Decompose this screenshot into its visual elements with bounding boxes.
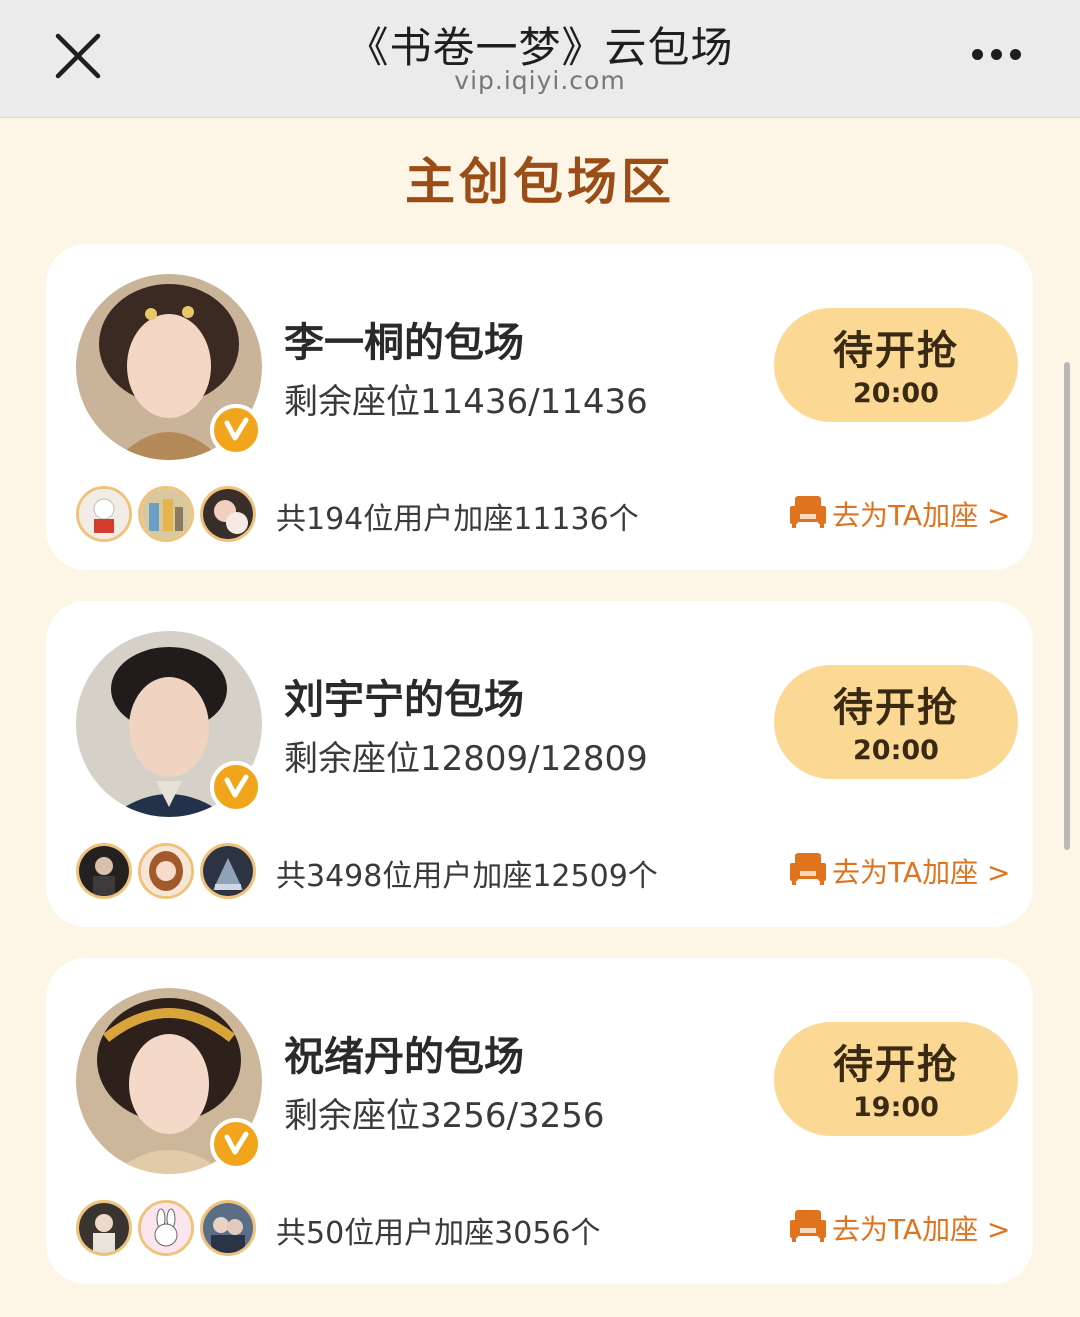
host-name: 李一桐的包场 <box>284 320 524 366</box>
scrollbar[interactable] <box>1064 362 1070 850</box>
host-card: 李一桐的包场 剩余座位11436/11436 待开抢 20:00 共194位用户… <box>46 244 1033 570</box>
grab-button[interactable]: 待开抢 20:00 <box>774 665 1018 779</box>
supporter-avatar <box>200 843 256 899</box>
grab-button-label: 待开抢 <box>833 685 959 731</box>
grab-button[interactable]: 待开抢 19:00 <box>774 1022 1018 1136</box>
host-name: 祝绪丹的包场 <box>284 1034 524 1080</box>
supporters-count: 共3498位用户加座12509个 <box>276 859 658 894</box>
remaining-seats: 剩余座位11436/11436 <box>284 382 648 422</box>
grab-button-time: 19:00 <box>853 1092 939 1123</box>
grab-button-time: 20:00 <box>853 378 939 409</box>
vip-badge-icon <box>210 761 262 813</box>
sofa-icon <box>790 496 826 528</box>
grab-button-label: 待开抢 <box>833 1042 959 1088</box>
supporters-count: 共50位用户加座3056个 <box>276 1216 601 1251</box>
grab-button-time: 20:00 <box>853 735 939 766</box>
add-seat-label: 去为TA加座 > <box>832 856 1011 889</box>
section-title: 主创包场区 <box>405 153 675 211</box>
more-icon <box>972 45 1032 64</box>
supporter-avatar <box>138 1200 194 1256</box>
remaining-seats: 剩余座位3256/3256 <box>284 1096 605 1136</box>
host-card: 祝绪丹的包场 剩余座位3256/3256 待开抢 19:00 共50位用户加座3… <box>46 958 1033 1284</box>
host-card: 刘宇宁的包场 剩余座位12809/12809 待开抢 20:00 共3498位用… <box>46 601 1033 927</box>
top-bar: 《书卷一梦》云包场 vip.iqiyi.com <box>0 0 1080 118</box>
supporter-avatar <box>138 843 194 899</box>
host-name: 刘宇宁的包场 <box>284 677 524 723</box>
sofa-icon <box>790 853 826 885</box>
page-url: vip.iqiyi.com <box>454 66 626 95</box>
supporter-avatar <box>76 1200 132 1256</box>
supporter-avatar <box>138 486 194 542</box>
grab-button-label: 待开抢 <box>833 328 959 374</box>
vip-badge-icon <box>210 404 262 456</box>
grab-button[interactable]: 待开抢 20:00 <box>774 308 1018 422</box>
supporter-avatar <box>200 1200 256 1256</box>
vip-badge-icon <box>210 1118 262 1170</box>
add-seat-label: 去为TA加座 > <box>832 499 1011 532</box>
supporters-count: 共194位用户加座11136个 <box>276 502 639 537</box>
remaining-seats: 剩余座位12809/12809 <box>284 739 648 779</box>
supporter-avatar <box>200 486 256 542</box>
more-button[interactable] <box>972 45 1032 65</box>
add-seat-label: 去为TA加座 > <box>832 1213 1011 1246</box>
sofa-icon <box>790 1210 826 1242</box>
supporter-avatar <box>76 843 132 899</box>
supporter-avatar <box>76 486 132 542</box>
